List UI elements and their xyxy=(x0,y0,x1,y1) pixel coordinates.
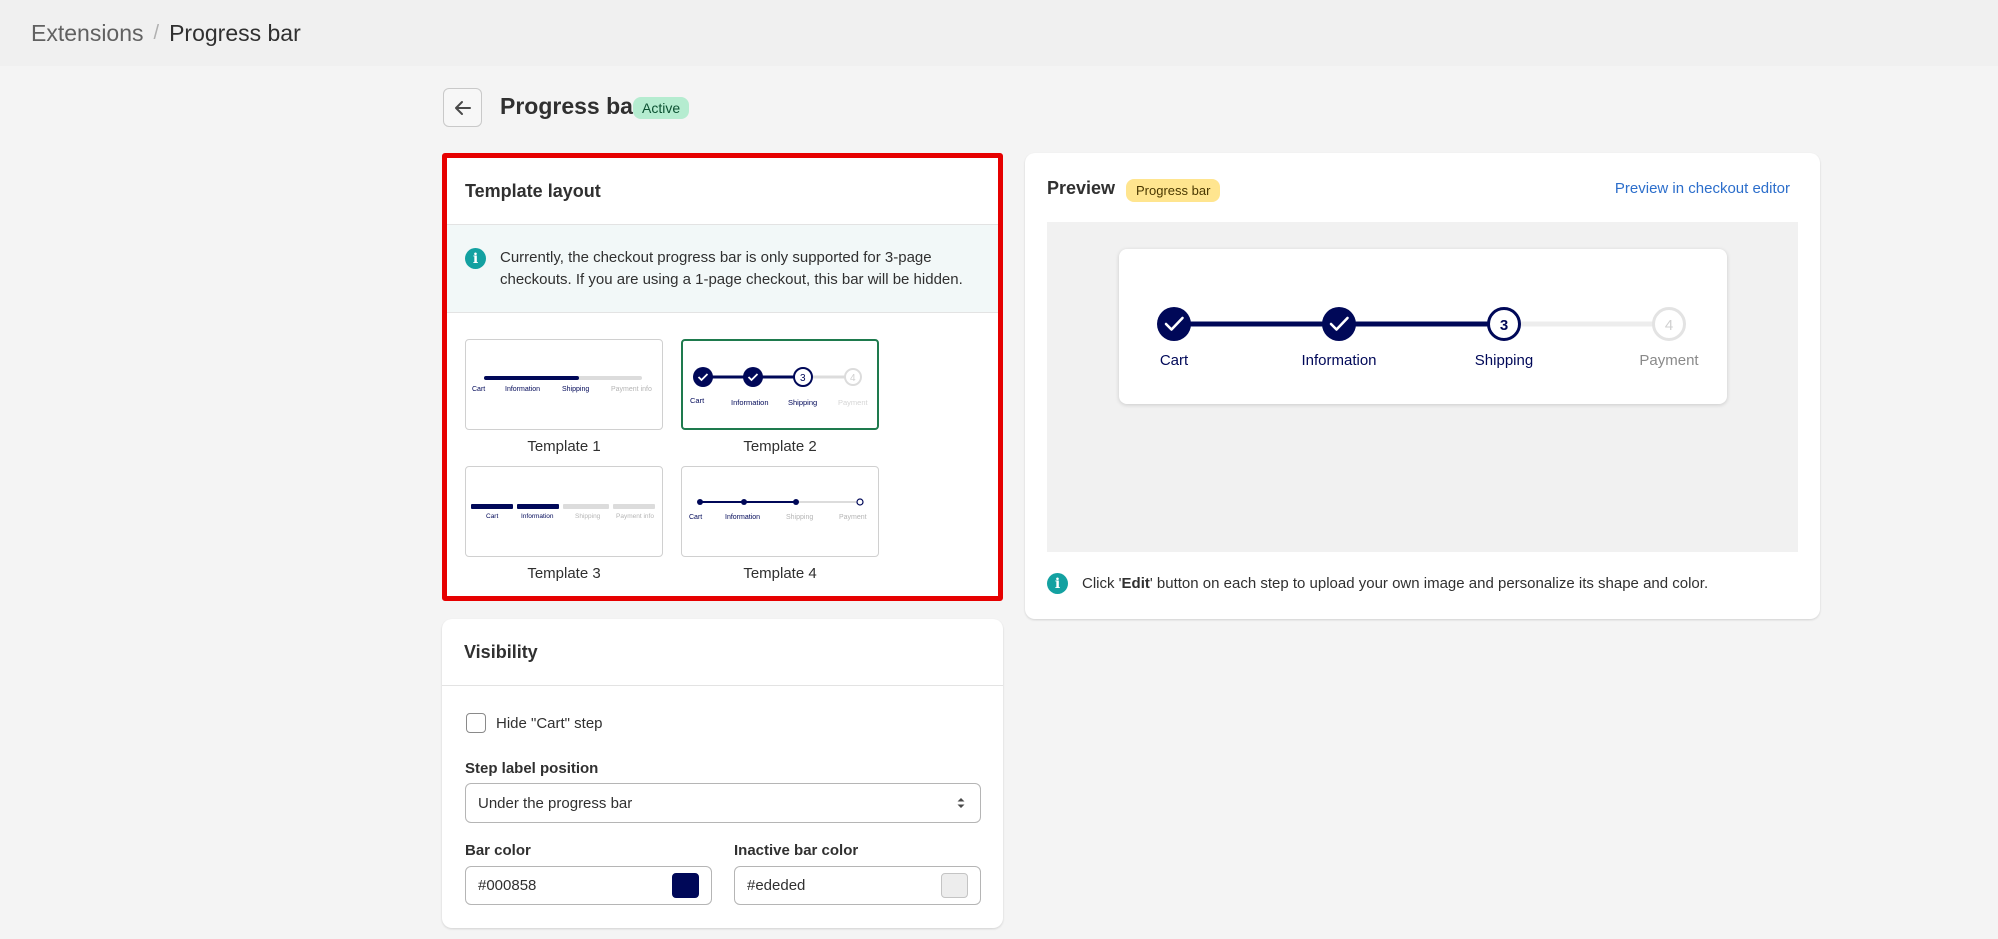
template-2-dot-2 xyxy=(743,367,763,387)
template-1-preview: Cart Information Shipping Payment info xyxy=(472,376,652,393)
preview-progress-svg: 3 4 Cart Information Shipping Payment xyxy=(1157,307,1699,369)
bar-color-input[interactable]: #000858 xyxy=(465,866,712,905)
template-4-step-2: Information xyxy=(725,514,760,521)
preview-note-suffix: ' button on each step to upload your own… xyxy=(1149,575,1709,592)
preview-step-1-label: Cart xyxy=(1160,352,1189,369)
template-4-dot-2 xyxy=(741,499,747,505)
template-4-dot-3 xyxy=(793,499,799,505)
breadcrumb: Extensions / Progress bar xyxy=(0,0,1998,66)
template-1-step-2: Information xyxy=(505,386,540,393)
template-3-seg-1 xyxy=(471,504,513,509)
breadcrumb-extensions[interactable]: Extensions xyxy=(31,20,144,47)
template-2-preview: 3 4 Cart Information Shipping Payment xyxy=(690,367,869,407)
inactive-bar-color-swatch[interactable] xyxy=(941,873,968,898)
template-2-step-2: Information xyxy=(731,398,769,407)
template-4-preview: Cart Information Shipping Payment xyxy=(689,498,867,521)
template-3-option[interactable]: Cart Information Shipping Payment info xyxy=(465,466,663,557)
visibility-card: Visibility Hide "Cart" step Step label p… xyxy=(442,619,1003,928)
template-4-step-1: Cart xyxy=(689,514,702,521)
bar-color-swatch[interactable] xyxy=(672,873,699,898)
template-1-step-4: Payment info xyxy=(611,386,652,393)
preview-progress-bar: 3 4 Cart Information Shipping Payment xyxy=(1119,249,1727,404)
template-2-dot-4-number: 4 xyxy=(850,373,856,384)
template-1-label: Template 1 xyxy=(527,438,601,455)
step-label-position-select[interactable]: Under the progress bar xyxy=(465,783,981,823)
visibility-title: Visibility xyxy=(442,619,1003,686)
preview-edit-note: i Click ' Edit ' button on each step to up… xyxy=(1047,573,1708,594)
template-3-label: Template 3 xyxy=(527,565,601,582)
preview-title: Preview xyxy=(1047,178,1116,198)
template-4-label: Template 4 xyxy=(743,565,817,582)
template-4-dot-4 xyxy=(856,498,864,506)
template-4-step-4: Payment xyxy=(839,514,867,521)
template-3-seg-2 xyxy=(517,504,559,509)
preview-note-prefix: Click ' xyxy=(1082,575,1122,592)
inactive-bar-color-label: Inactive bar color xyxy=(734,842,859,859)
preview-area: 3 4 Cart Information Shipping Payment xyxy=(1047,222,1798,552)
preview-card: Preview Preview in checkout editor 3 4 C… xyxy=(1025,153,1820,619)
bar-color-value: #000858 xyxy=(478,877,537,894)
template-3-step-3: Shipping xyxy=(575,513,601,520)
preview-step-2-marker[interactable] xyxy=(1322,307,1356,341)
template-3-seg-3 xyxy=(563,504,609,509)
step-label-position-label: Step label position xyxy=(465,760,599,777)
inactive-bar-color-input[interactable]: #ededed xyxy=(734,866,981,905)
breadcrumb-current: Progress bar xyxy=(169,19,301,46)
preview-badge: Progress bar xyxy=(1126,179,1221,202)
preview-step-4-label: Payment xyxy=(1639,352,1699,369)
preview-step-3-label: Shipping xyxy=(1475,352,1533,369)
select-arrows-icon xyxy=(957,798,965,808)
template-3-step-1: Cart xyxy=(486,513,498,520)
template-2-option[interactable]: 3 4 Cart Information Shipping Payment xyxy=(681,339,879,430)
template-3-seg-4 xyxy=(613,504,655,509)
hide-cart-checkbox[interactable] xyxy=(466,713,486,733)
template-1-fill xyxy=(484,376,579,380)
template-2-dot-1 xyxy=(693,367,713,387)
template-info-text: Currently, the checkout progress bar is … xyxy=(500,249,963,288)
info-icon: i xyxy=(465,248,486,269)
template-3-step-2: Information xyxy=(521,513,554,520)
back-button[interactable] xyxy=(443,88,482,127)
preview-step-1-marker[interactable] xyxy=(1157,307,1191,341)
template-layout-title: Template layout xyxy=(447,158,998,225)
template-4-option[interactable]: Cart Information Shipping Payment xyxy=(681,466,879,557)
arrow-left-icon xyxy=(454,100,471,115)
template-layout-card: Template layout i Currently, the checkou… xyxy=(442,153,1003,601)
inactive-bar-color-value: #ededed xyxy=(747,877,806,894)
template-1-option[interactable]: Cart Information Shipping Payment info xyxy=(465,339,663,430)
info-icon: i xyxy=(1047,573,1068,594)
breadcrumb-separator: / xyxy=(153,21,160,44)
template-2-step-4: Payment xyxy=(838,398,869,407)
hide-cart-label[interactable]: Hide "Cart" step xyxy=(496,715,603,732)
template-4-dot-1 xyxy=(697,499,703,505)
template-4-step-3: Shipping xyxy=(786,514,813,521)
preview-step-2-label: Information xyxy=(1301,352,1376,369)
step-label-position-value: Under the progress bar xyxy=(478,794,633,812)
template-2-dot-3-number: 3 xyxy=(800,373,806,384)
status-badge: Active xyxy=(633,97,690,119)
template-1-step-3: Shipping xyxy=(562,386,589,393)
bar-color-label: Bar color xyxy=(465,842,531,859)
template-3-preview: Cart Information Shipping Payment info xyxy=(471,504,655,520)
page-title: Progress bar xyxy=(500,93,642,119)
template-info-banner: i Currently, the checkout progress bar i… xyxy=(447,225,998,313)
template-2-step-1: Cart xyxy=(690,396,705,405)
template-3-step-4: Payment info xyxy=(616,513,654,520)
preview-in-checkout-editor-link[interactable]: Preview in checkout editor xyxy=(1615,180,1790,197)
template-2-step-3: Shipping xyxy=(788,398,817,407)
template-2-label: Template 2 xyxy=(743,438,817,455)
preview-note-edit: Edit xyxy=(1121,575,1150,592)
template-1-step-1: Cart xyxy=(472,386,485,393)
preview-step-3-number: 3 xyxy=(1500,317,1508,334)
preview-step-4-number: 4 xyxy=(1665,317,1673,334)
